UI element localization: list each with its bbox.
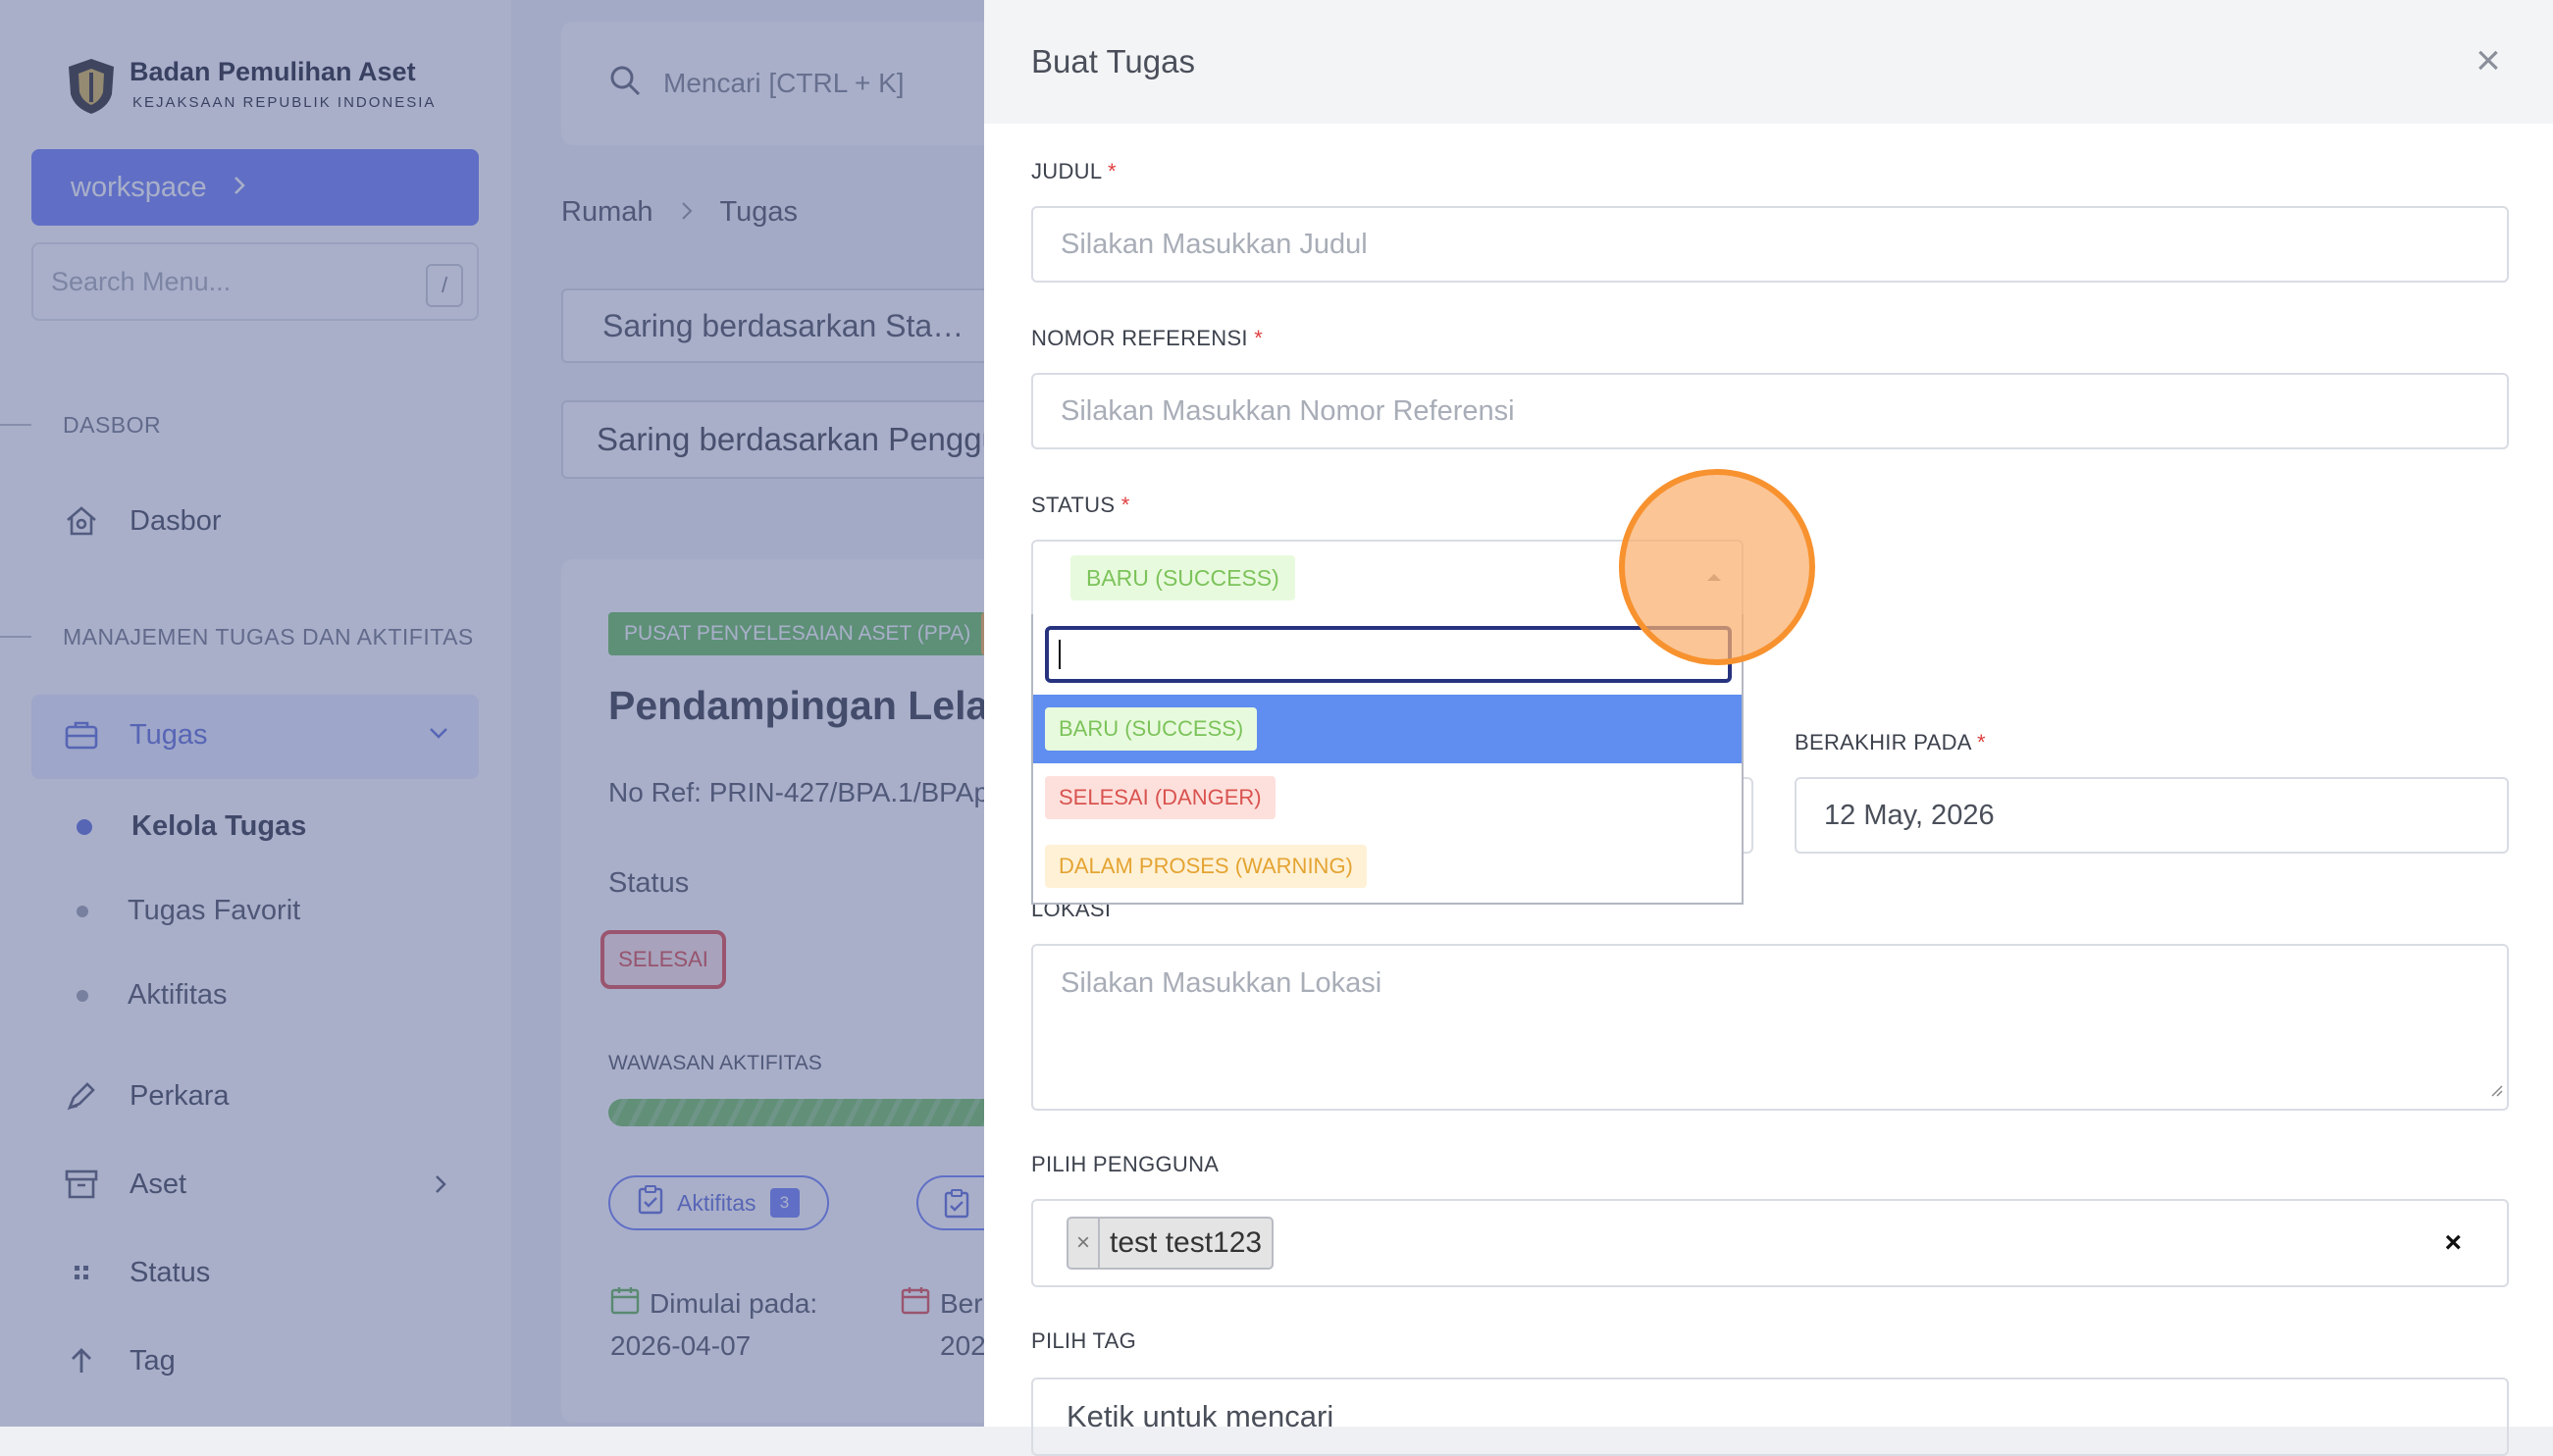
tag-placeholder: Ketik untuk mencari: [1067, 1399, 1334, 1433]
required-mark: *: [1108, 159, 1117, 183]
judul-input[interactable]: Silakan Masukkan Judul: [1031, 206, 2509, 283]
user-multiselect[interactable]: × test test123 ×: [1031, 1199, 2509, 1287]
user-chip-label: test test123: [1110, 1226, 1263, 1259]
clear-selection-icon[interactable]: ×: [2444, 1226, 2462, 1260]
user-label: PILIH PENGGUNA: [1031, 1152, 1220, 1176]
click-indicator: [1619, 469, 1815, 665]
end-date-input-value: 12 May, 2026: [1824, 799, 1995, 831]
status-option-label: DALAM PROSES (WARNING): [1045, 845, 1367, 888]
required-mark: *: [1976, 730, 1986, 754]
lokasi-placeholder: Silakan Masukkan Lokasi: [1061, 967, 1382, 999]
status-label: STATUS *: [1031, 493, 1130, 518]
status-search-input[interactable]: [1045, 626, 1732, 683]
ref-label: NOMOR REFERENSI *: [1031, 326, 1263, 351]
end-date-field-label: BERAKHIR PADA *: [1795, 730, 1986, 755]
required-mark: *: [1254, 326, 1264, 350]
end-date-input[interactable]: 12 May, 2026: [1795, 777, 2509, 854]
tag-search-input[interactable]: Ketik untuk mencari: [1031, 1378, 2509, 1456]
end-label-text: BERAKHIR PADA: [1795, 730, 1971, 754]
status-option-baru[interactable]: BARU (SUCCESS): [1033, 695, 1742, 763]
judul-label-text: JUDUL: [1031, 159, 1102, 183]
ref-input[interactable]: Silakan Masukkan Nomor Referensi: [1031, 373, 2509, 449]
status-label-text: STATUS: [1031, 493, 1116, 517]
text-cursor: [1059, 640, 1061, 669]
status-dropdown: BARU (SUCCESS) SELESAI (DANGER) DALAM PR…: [1031, 614, 1744, 905]
tag-label: PILIH TAG: [1031, 1328, 1137, 1353]
lokasi-textarea[interactable]: Silakan Masukkan Lokasi: [1031, 944, 2509, 1111]
user-chip: × test test123: [1067, 1217, 1275, 1270]
required-mark: *: [1120, 493, 1130, 517]
ref-placeholder: Silakan Masukkan Nomor Referensi: [1061, 394, 1515, 427]
status-selected-value: BARU (SUCCESS): [1070, 555, 1295, 600]
ref-label-text: NOMOR REFERENSI: [1031, 326, 1248, 350]
modal-backdrop[interactable]: [0, 0, 984, 1427]
status-option-selesai[interactable]: SELESAI (DANGER): [1033, 763, 1742, 832]
resize-handle-icon[interactable]: [2489, 1072, 2503, 1105]
status-option-dalam-proses[interactable]: DALAM PROSES (WARNING): [1033, 832, 1742, 901]
chip-remove-icon[interactable]: ×: [1068, 1219, 1100, 1268]
drawer-header: Buat Tugas ×: [984, 0, 2553, 124]
judul-placeholder: Silakan Masukkan Judul: [1061, 228, 1368, 260]
close-icon[interactable]: ×: [2469, 39, 2508, 82]
create-task-drawer: Buat Tugas × JUDUL * Silakan Masukkan Ju…: [984, 0, 2553, 1456]
status-option-label: BARU (SUCCESS): [1045, 707, 1258, 751]
judul-label: JUDUL *: [1031, 159, 1117, 184]
status-option-label: SELESAI (DANGER): [1045, 776, 1276, 819]
drawer-title: Buat Tugas: [1031, 43, 1195, 79]
